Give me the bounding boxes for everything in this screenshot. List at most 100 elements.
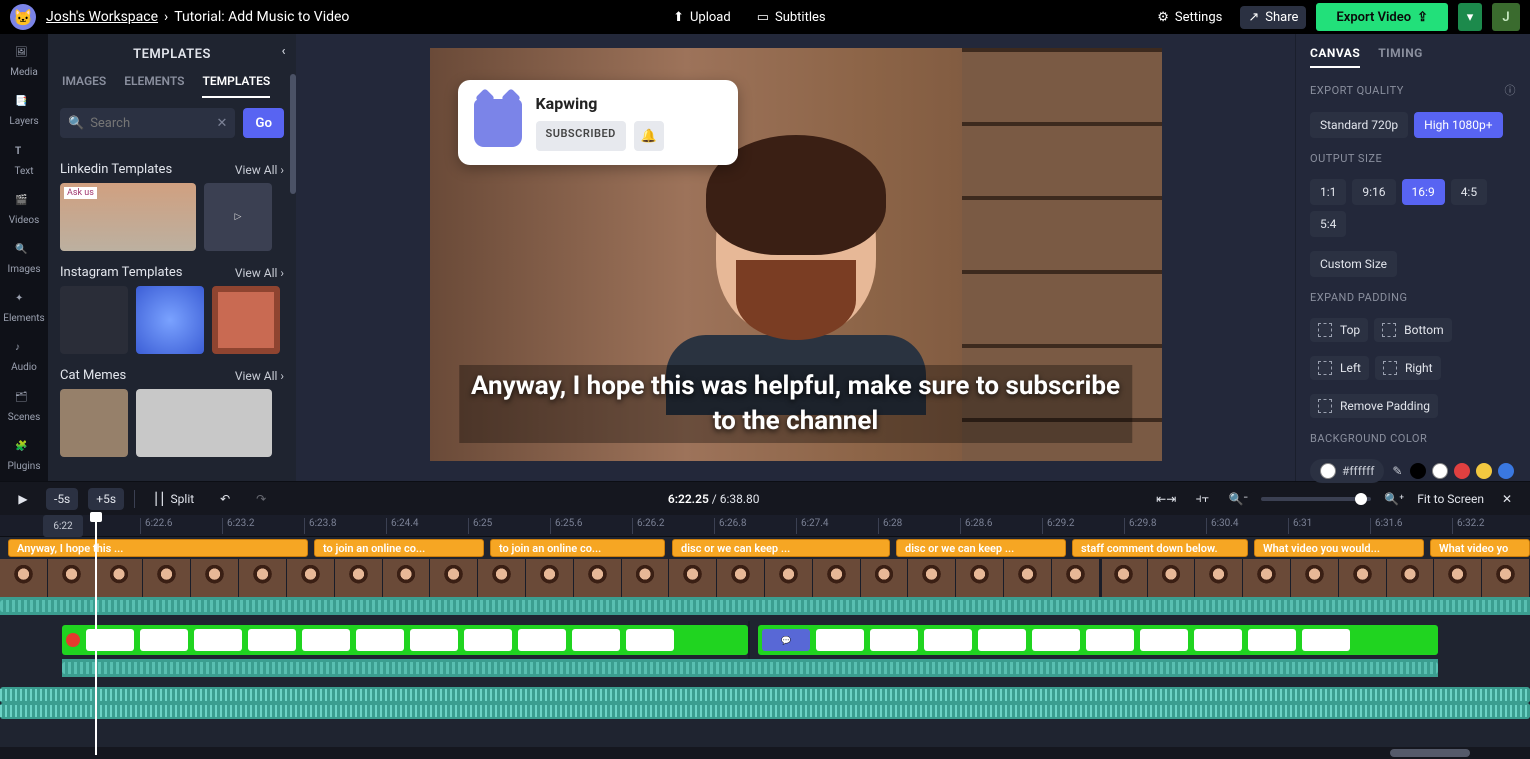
playhead[interactable] — [95, 515, 97, 755]
subtitle-track[interactable]: Anyway, I hope this ... to join an online… — [0, 537, 1530, 559]
magnet-button[interactable]: ⫞⫟ — [1189, 487, 1215, 511]
help-icon[interactable]: ⓘ — [1505, 82, 1517, 98]
play-button[interactable]: ▶ — [10, 487, 36, 511]
tool-text[interactable]: TText — [0, 136, 48, 185]
overlay-audio-track[interactable] — [0, 659, 1530, 677]
size-1-1[interactable]: 1:1 — [1310, 179, 1346, 205]
overlay-sticker[interactable] — [1194, 629, 1242, 651]
pad-remove[interactable]: Remove Padding — [1310, 394, 1438, 418]
tab-elements[interactable]: ELEMENTS — [124, 74, 184, 98]
back-5s-button[interactable]: -5s — [46, 488, 78, 510]
timeline-scrollbar[interactable] — [0, 747, 1530, 759]
pad-left[interactable]: Left — [1310, 356, 1369, 380]
quality-standard[interactable]: Standard 720p — [1310, 112, 1408, 138]
subtitle-clip[interactable]: staff comment down below. — [1072, 539, 1248, 557]
size-custom[interactable]: Custom Size — [1310, 251, 1397, 277]
settings-button[interactable]: ⚙ Settings — [1149, 6, 1230, 29]
view-all-link[interactable]: View All › — [235, 163, 284, 177]
tool-layers[interactable]: 📑Layers — [0, 87, 48, 136]
close-timeline-button[interactable]: ✕ — [1494, 487, 1520, 511]
snap-button[interactable]: ⇤⇥ — [1153, 487, 1179, 511]
template-thumb[interactable] — [212, 286, 280, 354]
timeline-ruler[interactable]: 6:22 6:22.66:23.26:23.86:24.46:256:25.66… — [0, 515, 1530, 537]
zoom-in-button[interactable]: 🔍⁺ — [1381, 487, 1407, 511]
overlay-sticker[interactable] — [870, 629, 918, 651]
overlay-sticker[interactable] — [518, 629, 566, 651]
export-dropdown[interactable]: ▾ — [1458, 3, 1482, 31]
quality-high[interactable]: High 1080p+ — [1414, 112, 1502, 138]
tool-elements[interactable]: ✦Elements — [0, 284, 48, 333]
color-swatch[interactable] — [1454, 463, 1470, 479]
overlay-sticker[interactable] — [924, 629, 972, 651]
templates-scroll[interactable]: Linkedin TemplatesView All › ▷ Instagram… — [48, 148, 296, 481]
overlay-sticker[interactable] — [1032, 629, 1080, 651]
video-canvas[interactable]: Kapwing SUBSCRIBED 🔔 Anyway, I hope this… — [430, 48, 1162, 461]
overlay-sticker[interactable] — [410, 629, 458, 651]
overlay-sticker[interactable] — [194, 629, 242, 651]
user-avatar[interactable]: J — [1492, 3, 1520, 31]
subtitle-clip[interactable]: Anyway, I hope this ... — [8, 539, 308, 557]
overlay-clip-green-2[interactable]: 💬 — [758, 625, 1438, 655]
upload-button[interactable]: ⬆ Upload — [665, 6, 739, 29]
search-go-button[interactable]: Go — [243, 108, 284, 138]
tab-images[interactable]: IMAGES — [62, 74, 106, 98]
color-swatch[interactable] — [1498, 463, 1514, 479]
subtitles-button[interactable]: ▭ Subtitles — [749, 6, 834, 29]
tool-plugins[interactable]: 🧩Plugins — [0, 432, 48, 481]
template-thumb[interactable] — [60, 389, 128, 457]
tab-templates[interactable]: TEMPLATES — [202, 74, 270, 98]
search-input[interactable] — [90, 116, 216, 131]
video-track[interactable] — [0, 559, 1530, 597]
pad-bottom[interactable]: Bottom — [1374, 318, 1451, 342]
overlay-sticker[interactable] — [572, 629, 620, 651]
template-thumb[interactable] — [136, 389, 272, 457]
subtitle-clip[interactable]: to join an online co... — [314, 539, 484, 557]
share-button[interactable]: ↗ Share — [1240, 6, 1306, 29]
overlay-sticker[interactable] — [1302, 629, 1350, 651]
fit-to-screen-button[interactable]: Fit to Screen — [1417, 492, 1484, 506]
color-swatch[interactable] — [1476, 463, 1492, 479]
subtitle-clip[interactable]: disc or we can keep ... — [896, 539, 1066, 557]
tab-timing[interactable]: TIMING — [1378, 46, 1423, 68]
undo-button[interactable]: ↶ — [212, 487, 238, 511]
overlay-sticker[interactable] — [816, 629, 864, 651]
export-button[interactable]: Export Video ⇪ — [1316, 3, 1448, 31]
zoom-out-button[interactable]: 🔍⁻ — [1225, 487, 1251, 511]
eyedropper-icon[interactable]: ✎ — [1392, 464, 1402, 478]
overlay-sticker[interactable] — [302, 629, 350, 651]
redo-button[interactable]: ↷ — [248, 487, 274, 511]
logo-icon[interactable]: 🐱 — [10, 4, 36, 30]
video-caption[interactable]: Anyway, I hope this was helpful, make su… — [459, 365, 1132, 443]
sticker-discord-icon[interactable]: 💬 — [762, 629, 810, 651]
bg-color-value[interactable]: #ffffff — [1310, 459, 1384, 483]
tool-audio[interactable]: ♪Audio — [0, 333, 48, 382]
overlay-sticker[interactable] — [356, 629, 404, 651]
ruler-anchor[interactable]: 6:22 — [43, 515, 83, 537]
subtitle-clip[interactable]: What video you would... — [1254, 539, 1424, 557]
video-audio-track[interactable] — [0, 597, 1530, 615]
subtitle-clip[interactable]: What video yo — [1430, 539, 1530, 557]
view-all-link[interactable]: View All › — [235, 266, 284, 280]
overlay-sticker[interactable] — [1248, 629, 1296, 651]
template-thumb[interactable]: ▷ — [204, 183, 272, 251]
template-thumb[interactable] — [60, 286, 128, 354]
template-thumb[interactable] — [136, 286, 204, 354]
overlay-sticker[interactable] — [248, 629, 296, 651]
overlay-sticker[interactable] — [140, 629, 188, 651]
overlay-track[interactable]: 💬 — [0, 621, 1530, 659]
pad-right[interactable]: Right — [1375, 356, 1441, 380]
size-4-5[interactable]: 4:5 — [1451, 179, 1487, 205]
clear-search-icon[interactable]: ✕ — [216, 116, 227, 131]
size-5-4[interactable]: 5:4 — [1310, 211, 1346, 237]
tool-scenes[interactable]: 🗂Scenes — [0, 383, 48, 432]
tool-videos[interactable]: 🎬Videos — [0, 186, 48, 235]
overlay-sticker[interactable] — [464, 629, 512, 651]
tab-canvas[interactable]: CANVAS — [1310, 46, 1360, 68]
forward-5s-button[interactable]: +5s — [88, 488, 124, 510]
music-track[interactable] — [0, 683, 1530, 723]
overlay-sticker[interactable] — [626, 629, 674, 651]
workspace-link[interactable]: Josh's Workspace — [46, 9, 158, 25]
subtitle-clip[interactable]: to join an online co... — [490, 539, 665, 557]
subscribed-button[interactable]: SUBSCRIBED — [536, 121, 626, 151]
overlay-sticker[interactable] — [978, 629, 1026, 651]
